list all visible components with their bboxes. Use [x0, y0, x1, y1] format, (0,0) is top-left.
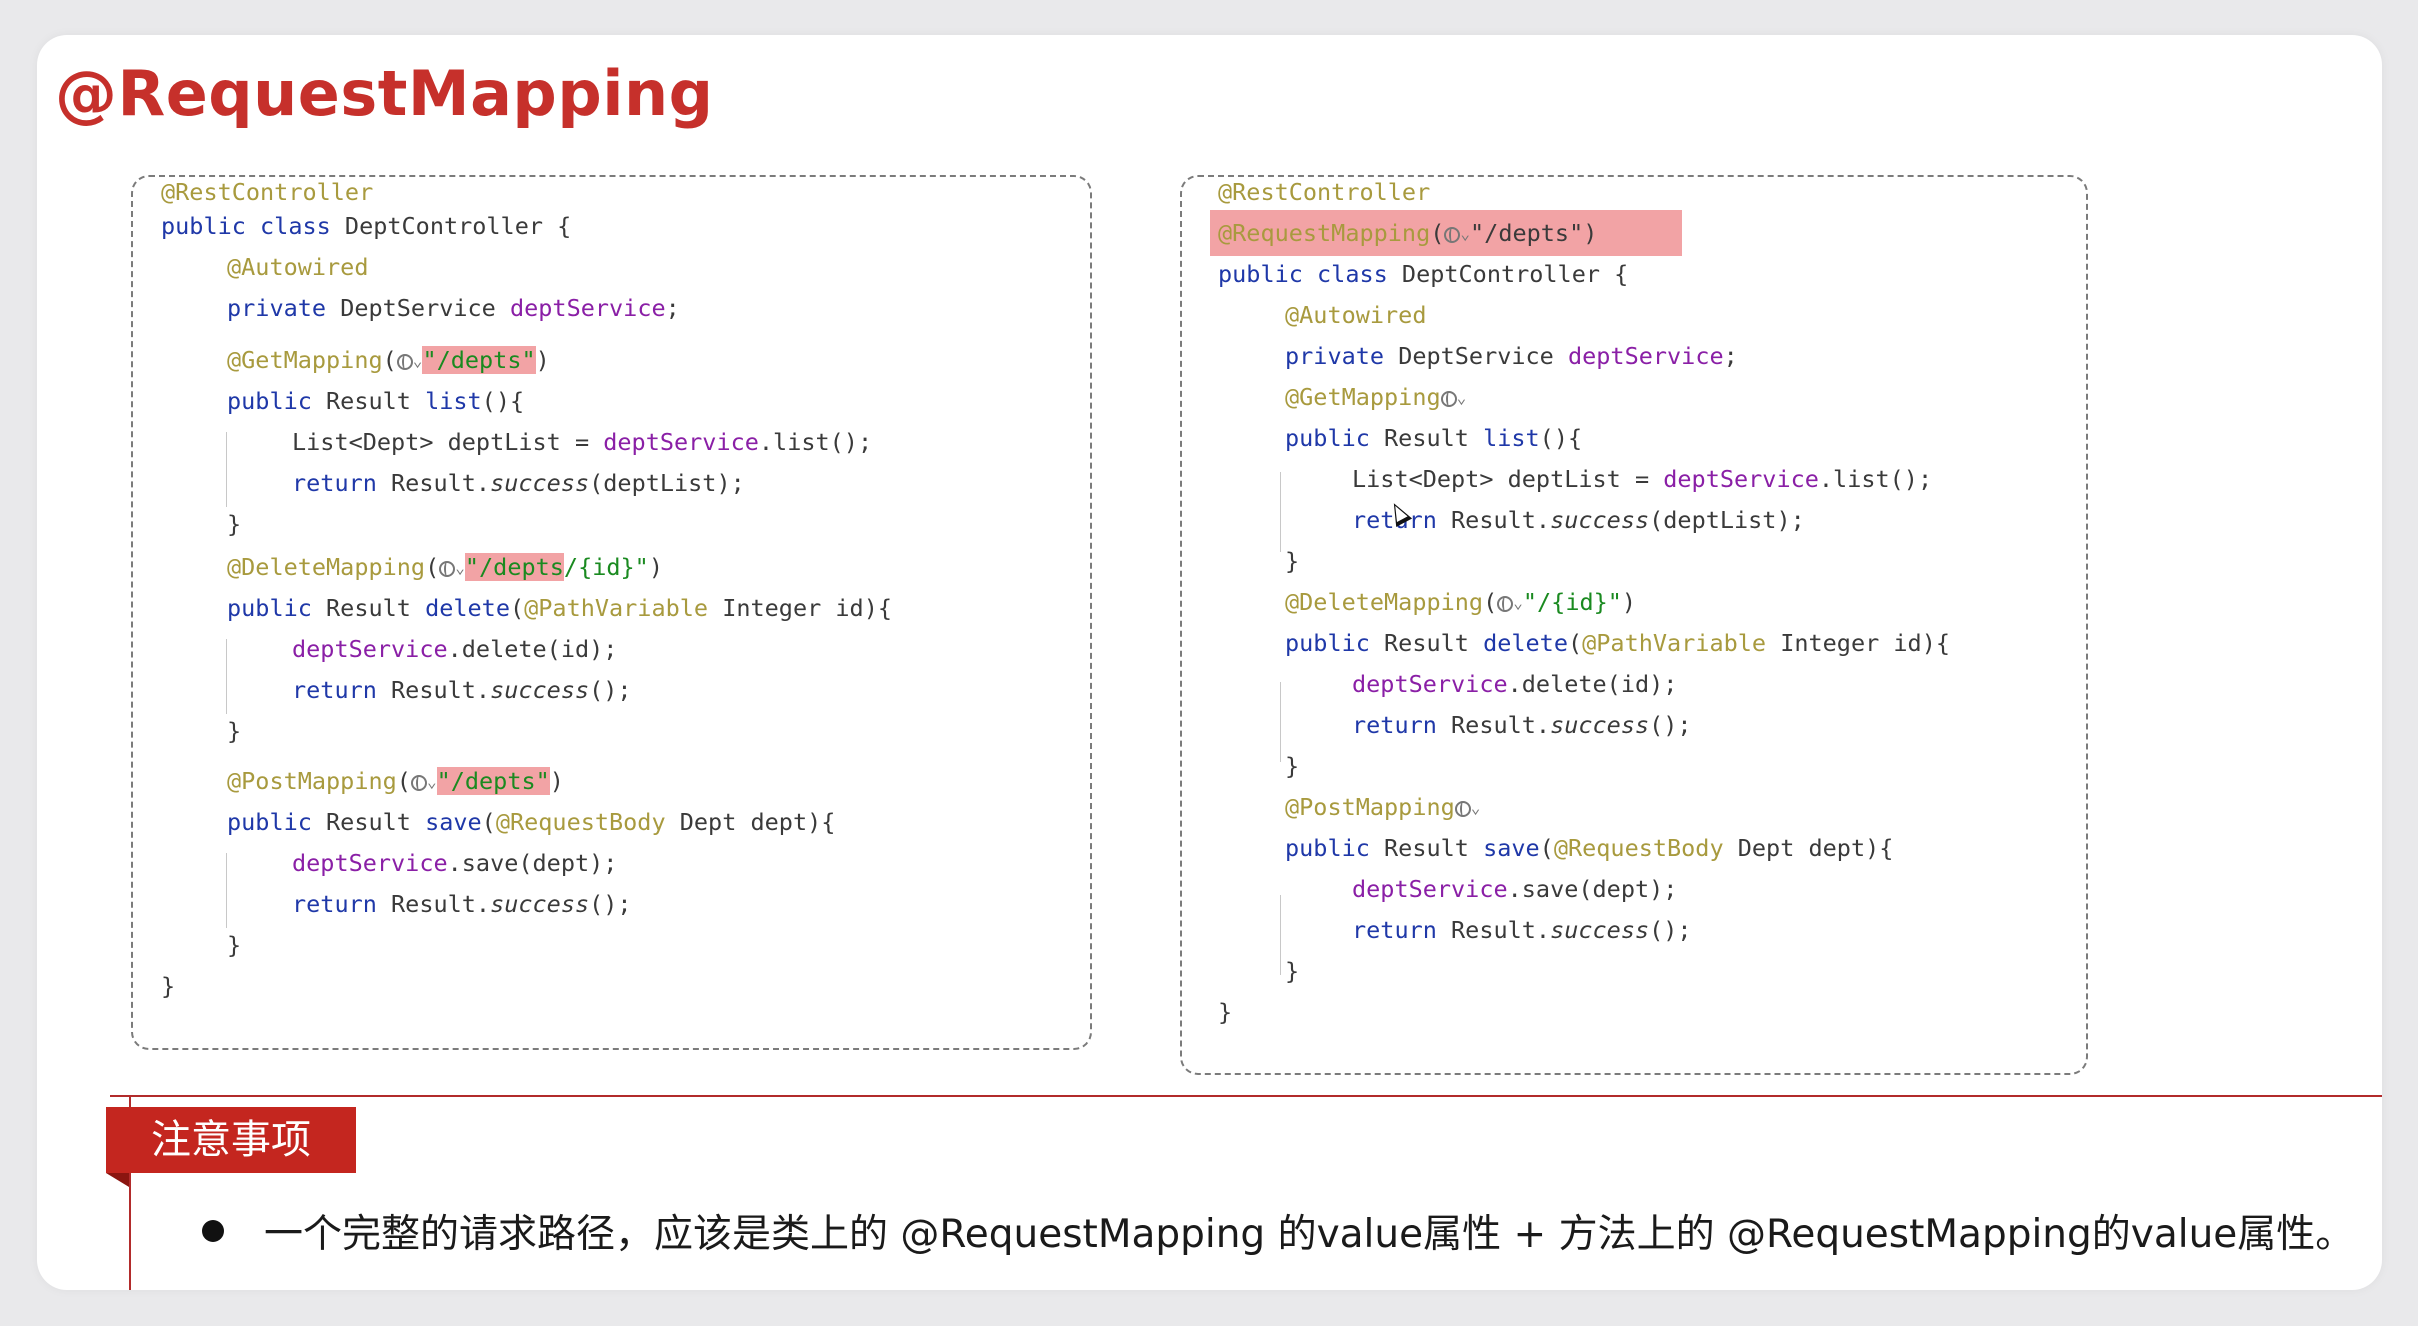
code-line: public Result list(){ [1285, 424, 1583, 452]
code-line: return Result.success(); [1352, 916, 1692, 944]
code-line: return Result.success(); [292, 890, 632, 918]
chevron-down-icon[interactable]: ⌄ [1457, 388, 1467, 407]
code-line: List<Dept> deptList = deptService.list()… [292, 428, 873, 456]
notice-tab-fold [106, 1173, 129, 1187]
code-box-left: @RestController public class DeptControl… [131, 175, 1092, 1050]
globe-icon[interactable] [410, 775, 427, 791]
bullet-icon [202, 1220, 224, 1242]
globe-icon[interactable] [396, 354, 413, 370]
code-line: deptService.save(dept); [1352, 875, 1678, 903]
code-line: @GetMapping ⌄ [1285, 383, 1467, 411]
code-line: } [1218, 998, 1233, 1026]
globe-icon[interactable] [1454, 801, 1471, 817]
highlighted-path: "/depts [464, 553, 564, 581]
code-block-right: @RestController @RequestMapping(⌄"/depts… [1182, 177, 1950, 1026]
notice-divider [110, 1095, 2382, 1097]
code-line: @GetMapping(⌄"/depts") [227, 346, 550, 374]
code-line: } [227, 717, 242, 745]
highlighted-path: "/depts" [436, 767, 550, 795]
code-line: @DeleteMapping(⌄"/{id}") [1285, 588, 1637, 616]
globe-icon[interactable] [1497, 596, 1514, 612]
code-line: private DeptService deptService; [1285, 342, 1738, 370]
code-line: return Result.success(deptList); [1352, 506, 1805, 534]
code-line: public Result save(@RequestBody Dept dep… [1285, 834, 1894, 862]
code-line: @PostMapping ⌄ [1285, 793, 1481, 821]
chevron-down-icon[interactable]: ⌄ [455, 558, 465, 577]
code-line: deptService.save(dept); [292, 849, 618, 877]
code-line: public class DeptController { [1218, 260, 1629, 288]
highlighted-path: "/depts" [422, 346, 536, 374]
chevron-down-icon[interactable]: ⌄ [1471, 798, 1481, 817]
chevron-down-icon[interactable]: ⌄ [1460, 224, 1470, 243]
code-line: } [227, 510, 242, 538]
code-line: public Result list(){ [227, 387, 525, 415]
code-box-right: @RestController @RequestMapping(⌄"/depts… [1180, 175, 2088, 1075]
code-line: @RestController [1218, 178, 1431, 206]
code-line: public Result save(@RequestBody Dept dep… [227, 808, 836, 836]
chevron-down-icon[interactable]: ⌄ [413, 351, 423, 370]
code-line: public class DeptController { [161, 212, 572, 240]
code-line: @DeleteMapping(⌄"/depts/{id}") [227, 553, 663, 581]
code-line: @Autowired [227, 253, 369, 281]
code-line: return Result.success(); [1352, 711, 1692, 739]
globe-icon[interactable] [439, 561, 456, 577]
code-line: } [1285, 547, 1300, 575]
code-line: } [1285, 957, 1300, 985]
code-line: @PostMapping(⌄"/depts") [227, 767, 564, 795]
globe-icon[interactable] [1440, 391, 1457, 407]
globe-icon[interactable] [1444, 227, 1461, 243]
code-line: @RestController [161, 178, 374, 206]
code-line: public Result delete(@PathVariable Integ… [227, 594, 892, 622]
code-line: List<Dept> deptList = deptService.list()… [1352, 465, 1933, 493]
code-line: } [161, 972, 176, 1000]
code-line: private DeptService deptService; [227, 294, 680, 322]
slide: @RequestMapping @RestController public c… [37, 35, 2382, 1290]
chevron-down-icon[interactable]: ⌄ [427, 772, 437, 791]
notice-text: 一个完整的请求路径，应该是类上的 @RequestMapping 的value属… [264, 1212, 2355, 1257]
code-line: } [1285, 752, 1300, 780]
code-line: public Result delete(@PathVariable Integ… [1285, 629, 1950, 657]
code-line: return Result.success(); [292, 676, 632, 704]
code-block-left: @RestController public class DeptControl… [133, 177, 892, 1000]
page-title: @RequestMapping [55, 57, 714, 130]
code-line: } [227, 931, 242, 959]
code-line: deptService.delete(id); [292, 635, 618, 663]
code-line: return Result.success(deptList); [292, 469, 745, 497]
code-line: @Autowired [1285, 301, 1427, 329]
code-line: @RequestMapping(⌄"/depts") [1218, 219, 1598, 247]
code-line: deptService.delete(id); [1352, 670, 1678, 698]
notice-tab: 注意事项 [106, 1107, 356, 1173]
chevron-down-icon[interactable]: ⌄ [1513, 593, 1523, 612]
